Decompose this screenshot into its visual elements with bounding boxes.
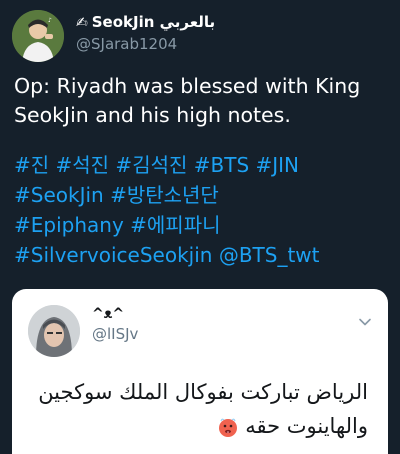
author-display-name[interactable]: ✍ SeokJin بالعربي	[76, 12, 215, 33]
author-username[interactable]: @SJarab1204	[76, 33, 215, 55]
quoted-author-names: ^ᴥ^ @lISJv	[92, 305, 138, 345]
quoted-text-line: الرياض تباركت بفوكال الملك سوكجين	[38, 380, 368, 404]
tweet-card: ♪ ✍ SeokJin بالعربي @SJarab1204 Op: Riyad…	[0, 0, 400, 454]
quoted-author-avatar[interactable]	[28, 305, 80, 357]
tweet-text: Op: Riyadh was blessed with King SeokJin…	[14, 74, 361, 127]
author-avatar-image: ♪	[12, 10, 64, 62]
quoted-text-line-text: والهاينوت حقه	[245, 414, 368, 438]
quoted-tweet-text: الرياض تباركت بفوكال الملك سوكجين والهاي…	[28, 375, 368, 443]
author-names: ✍ SeokJin بالعربي @SJarab1204	[76, 12, 215, 55]
svg-text:♪: ♪	[48, 17, 52, 24]
tweet-hashtags: #진 #석진 #김석진 #BTS #JIN #SeokJin #방탄소년단 #E…	[14, 150, 390, 270]
hashtag-line[interactable]: #SilvervoiceSeokjin @BTS_twt	[14, 240, 390, 270]
author-avatar[interactable]: ♪	[12, 10, 64, 62]
hashtag-line[interactable]: #진 #석진 #김석진 #BTS #JIN	[14, 150, 390, 180]
hashtag-line[interactable]: #Epiphany #에피파니	[14, 210, 390, 240]
writing-hand-icon: ✍	[76, 15, 88, 31]
quoted-author-display-name[interactable]: ^ᴥ^	[92, 305, 138, 323]
tweet-header: ♪ ✍ SeokJin بالعربي @SJarab1204	[12, 8, 388, 64]
quoted-text-line-2: والهاينوت حقه	[28, 409, 368, 443]
quoted-author-avatar-image	[28, 305, 80, 357]
hot-face-emoji-icon	[218, 418, 237, 437]
chevron-down-icon[interactable]	[358, 315, 372, 329]
quoted-author-username[interactable]: @lISJv	[92, 323, 138, 345]
author-display-name-text: SeokJin بالعربي	[91, 13, 216, 31]
quoted-tweet-card[interactable]: ^ᴥ^ @lISJv الرياض تباركت بفوكال الملك سو…	[12, 289, 388, 454]
hashtag-line[interactable]: #SeokJin #방탄소년단	[14, 180, 390, 210]
